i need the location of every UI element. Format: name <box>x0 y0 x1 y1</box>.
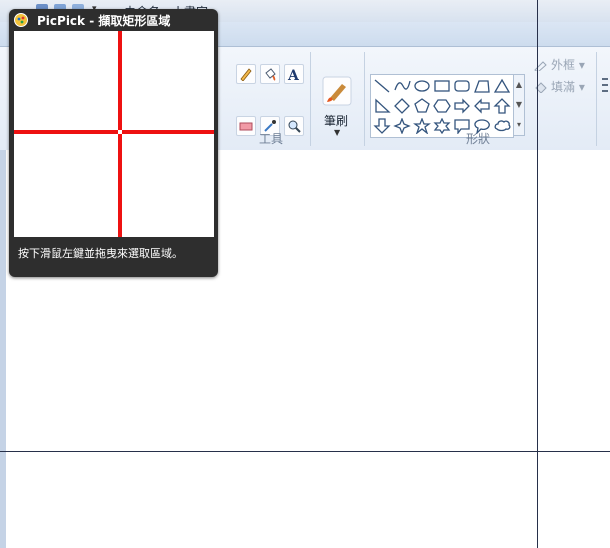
fill-tool-button[interactable] <box>260 64 280 84</box>
hexagon-shape-icon[interactable] <box>433 98 451 114</box>
brush-button[interactable]: 筆刷 ▼ <box>314 76 358 140</box>
pentagon-shape-icon[interactable] <box>413 98 431 114</box>
magnifier-crosshair-center <box>118 130 122 134</box>
rectangle-shape-icon[interactable] <box>433 78 451 94</box>
brush-label: 筆刷 <box>324 114 349 128</box>
cloud-callout-shape-icon[interactable] <box>493 118 511 134</box>
text-tool-button[interactable]: A <box>284 64 304 84</box>
eraser-tool-button[interactable] <box>236 116 256 136</box>
pencil-tool-button[interactable] <box>236 64 256 84</box>
pencil-icon <box>240 68 252 81</box>
brush-icon <box>322 76 352 106</box>
magnifier-icon <box>288 120 301 133</box>
popup-hint-text: 按下滑鼠左鍵並拖曳來選取區域。 <box>18 247 183 260</box>
scroll-down-icon[interactable]: ▼ <box>514 95 524 115</box>
chevron-down-icon: ▼ <box>334 128 341 137</box>
popup-title: PicPick - 擷取矩形區域 <box>37 14 171 28</box>
crosshair-vertical-line <box>537 0 538 548</box>
magnifier-preview <box>14 31 214 237</box>
up-arrow-shape-icon[interactable] <box>493 98 511 114</box>
rounded-rectangle-shape-icon[interactable] <box>453 78 471 94</box>
size-icon[interactable] <box>602 78 608 96</box>
magnifier-tool-button[interactable] <box>284 116 304 136</box>
ribbon-separator <box>364 52 365 146</box>
down-arrow-shape-icon[interactable] <box>373 118 391 134</box>
picpick-logo-icon <box>14 13 28 27</box>
magnifier-crosshair-vertical <box>118 31 122 237</box>
right-arrow-shape-icon[interactable] <box>453 98 471 114</box>
tools-group-label: 工具 <box>259 132 284 146</box>
crosshair-horizontal-line <box>0 451 610 452</box>
outline-label: 外框 <box>551 58 576 72</box>
five-point-star-shape-icon[interactable] <box>413 118 431 134</box>
fill-label: 填滿 <box>551 80 576 94</box>
scroll-up-icon[interactable]: ▲ <box>514 75 524 95</box>
outline-option[interactable]: 外框 ▾ <box>534 56 585 73</box>
right-triangle-shape-icon[interactable] <box>373 98 391 114</box>
canvas-background-edge <box>0 150 6 548</box>
four-point-star-shape-icon[interactable] <box>393 118 411 134</box>
magnifier-crosshair-horizontal <box>14 130 214 134</box>
svg-text:A: A <box>287 68 300 81</box>
oval-shape-icon[interactable] <box>413 78 431 94</box>
shapes-gallery <box>370 74 514 138</box>
fill-option[interactable]: 填滿 ▾ <box>534 78 585 95</box>
shapes-gallery-scroll[interactable]: ▲ ▼ ▾ <box>513 74 525 136</box>
line-shape-icon[interactable] <box>373 78 391 94</box>
text-icon: A <box>287 68 300 81</box>
six-point-star-shape-icon[interactable] <box>433 118 451 134</box>
polygon-shape-icon[interactable] <box>473 78 491 94</box>
picpick-capture-popup: PicPick - 擷取矩形區域 按下滑鼠左鍵並拖曳來選取區域。 <box>9 9 218 277</box>
ribbon-separator <box>310 52 311 146</box>
eraser-icon <box>239 122 253 131</box>
curve-shape-icon[interactable] <box>393 78 411 94</box>
gallery-expand-icon[interactable]: ▾ <box>514 115 524 135</box>
diamond-shape-icon[interactable] <box>393 98 411 114</box>
triangle-shape-icon[interactable] <box>493 78 511 94</box>
paint-bucket-icon <box>265 68 276 81</box>
left-arrow-shape-icon[interactable] <box>473 98 491 114</box>
ribbon-separator <box>596 52 597 146</box>
shapes-group-label: 形狀 <box>466 132 491 146</box>
